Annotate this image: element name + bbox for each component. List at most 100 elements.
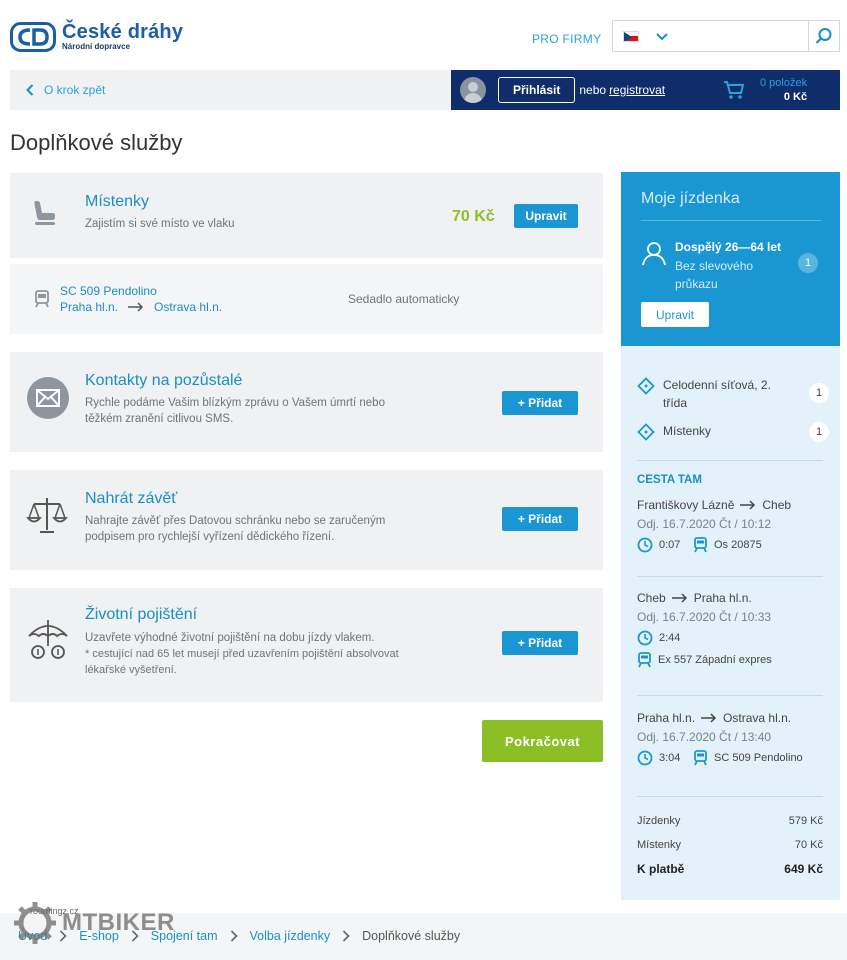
leg-meta: 2:44 xyxy=(637,627,827,649)
continue-button[interactable]: Pokračovat xyxy=(482,720,603,762)
ticket-edit-button[interactable]: Upravit xyxy=(641,302,709,327)
brand-name: České dráhy xyxy=(62,21,184,43)
ticket-title: Moje jízdenka xyxy=(641,190,740,207)
leg-train: Os 20875 xyxy=(714,539,762,551)
umbrella-coins-icon xyxy=(28,620,68,659)
brand-logo[interactable]: České dráhy Národní dopravce xyxy=(10,22,183,52)
envelope-icon xyxy=(27,377,69,419)
leg-from: Praha hl.n. xyxy=(637,711,696,725)
seats-desc: Zajistím si své místo ve vlaku xyxy=(85,218,235,230)
clock-icon xyxy=(637,750,653,766)
will-desc: Nahrajte závěť přes Datovou schránku neb… xyxy=(85,515,386,543)
seat-assignment: Sedadlo automaticky xyxy=(348,292,460,306)
leg-route: Praha hl.n. Ostrava hl.n. xyxy=(637,709,827,727)
contacts-title: Kontakty na pozůstalé xyxy=(85,372,243,389)
cart-summary[interactable]: 0 položek 0 Kč xyxy=(757,77,807,104)
passenger-count: 1 xyxy=(798,253,818,273)
divider xyxy=(637,576,823,577)
ticket-item-count: 1 xyxy=(809,383,829,403)
arrow-right-icon xyxy=(701,713,717,723)
or-text: nebo xyxy=(579,83,607,97)
scales-icon xyxy=(26,498,68,533)
leg-duration: 3:04 xyxy=(659,752,681,764)
back-bar: O krok zpět xyxy=(10,70,451,110)
leg-to: Ostrava hl.n. xyxy=(723,711,792,725)
leg-duration: 0:07 xyxy=(659,539,681,551)
insurance-desc: Uzavřete výhodné životní pojištění na do… xyxy=(85,632,375,644)
seats-title: Místenky xyxy=(85,193,150,210)
leg-train: Ex 557 Západní expres xyxy=(658,654,772,666)
leg-meta: 3:04 SC 509 Pendolino xyxy=(637,747,827,769)
cd-logo-icon xyxy=(10,22,56,52)
train-icon xyxy=(638,652,651,668)
arrow-right-icon xyxy=(128,302,144,312)
seats-edit-button[interactable]: Upravit xyxy=(514,204,578,228)
czech-flag-icon xyxy=(623,30,639,42)
language-select[interactable] xyxy=(612,20,678,52)
grand-total-row: K platbě 649 Kč xyxy=(637,857,823,881)
pro-firmy-link[interactable]: PRO FIRMY xyxy=(532,32,601,46)
leg-to: Praha hl.n. xyxy=(693,591,752,605)
watermark-small: roumingz.cz xyxy=(30,906,79,916)
account-bar: Přihlásit nebo registrovat 0 položek 0 K… xyxy=(451,70,840,110)
will-add-button[interactable]: + Přidat xyxy=(502,507,578,531)
chevron-right-icon xyxy=(343,930,350,942)
clock-icon xyxy=(637,630,653,646)
ticket-summary-header: Moje jízdenka Dospělý 26—64 let Bez slev… xyxy=(621,172,840,346)
chevron-left-icon[interactable] xyxy=(26,84,34,96)
divider xyxy=(641,220,821,221)
contacts-card: Kontakty na pozůstalé Rychle podáme Vaši… xyxy=(10,352,603,452)
login-button[interactable]: Přihlásit xyxy=(498,77,576,103)
chevron-down-icon xyxy=(656,33,668,41)
ticket-item-count: 1 xyxy=(809,422,829,442)
leg-train: SC 509 Pendolino xyxy=(714,752,803,764)
register-link[interactable]: registrovat xyxy=(609,83,665,97)
leg-meta: 0:07 Os 20875 xyxy=(637,534,827,556)
breadcrumb-current: Doplňkové služby xyxy=(362,929,461,943)
breadcrumb-ticket-choice[interactable]: Volba jízdenky xyxy=(250,929,331,943)
insurance-title: Životní pojištění xyxy=(85,606,198,623)
person-icon xyxy=(642,242,666,266)
ticket-item-label: Celodenní síťová, 2. třída xyxy=(663,378,771,410)
page-title: Doplňkové služby xyxy=(10,130,183,155)
search-input[interactable] xyxy=(677,20,809,52)
seats-price: 70 Kč xyxy=(452,208,495,225)
section-title: CESTA TAM xyxy=(637,474,702,486)
ticket-tag-icon xyxy=(637,377,655,395)
ticket-summary-body: Celodenní síťová, 2. třída 1 Místenky 1 … xyxy=(621,346,840,900)
total-row: Jízdenky 579 Kč xyxy=(637,809,823,833)
ticket-tag-icon xyxy=(637,423,655,441)
journey-leg: Františkovy Lázně Cheb Odj. 16.7.2020 Čt… xyxy=(637,496,827,556)
leg-route: Františkovy Lázně Cheb xyxy=(637,496,827,514)
insurance-add-button[interactable]: + Přidat xyxy=(502,631,578,655)
passenger-discount: Bez slevového průkazu xyxy=(675,259,754,291)
leg-from: Cheb xyxy=(637,591,666,605)
seat-icon xyxy=(34,201,55,225)
search-button[interactable] xyxy=(808,20,840,52)
total-value: 579 Kč xyxy=(788,815,823,827)
train-icon xyxy=(35,290,49,308)
seat-detail: SC 509 Pendolino Praha hl.n. Ostrava hl.… xyxy=(10,258,603,334)
total-label: Jízdenky xyxy=(637,815,681,827)
train-icon xyxy=(694,537,707,553)
total-value: 649 Kč xyxy=(784,862,823,876)
contacts-add-button[interactable]: + Přidat xyxy=(502,391,578,415)
chevron-right-icon xyxy=(230,930,238,942)
journey-leg: Cheb Praha hl.n. Odj. 16.7.2020 Čt / 10:… xyxy=(637,589,827,671)
cart-price: 0 Kč xyxy=(783,90,808,103)
cart-icon[interactable] xyxy=(723,80,745,100)
total-value: 70 Kč xyxy=(794,839,823,851)
clock-icon xyxy=(637,537,653,553)
insurance-card: Životní pojištění Uzavřete výhodné život… xyxy=(10,588,603,702)
seat-route-from: Praha hl.n. xyxy=(60,300,119,314)
ticket-item: Celodenní síťová, 2. třída 1 xyxy=(637,376,829,412)
price-totals: Jízdenky 579 Kč Místenky 70 Kč K platbě … xyxy=(637,809,823,881)
divider xyxy=(637,796,823,797)
back-link[interactable]: O krok zpět xyxy=(44,83,105,97)
seats-card: Místenky Zajistím si své místo ve vlaku … xyxy=(10,173,603,258)
ticket-item-label: Místenky xyxy=(663,424,712,438)
leg-duration: 2:44 xyxy=(659,632,681,644)
passenger-type: Dospělý 26—64 let xyxy=(675,240,782,254)
leg-meta: Ex 557 Západní expres xyxy=(637,649,827,671)
total-label: K platbě xyxy=(637,862,685,876)
